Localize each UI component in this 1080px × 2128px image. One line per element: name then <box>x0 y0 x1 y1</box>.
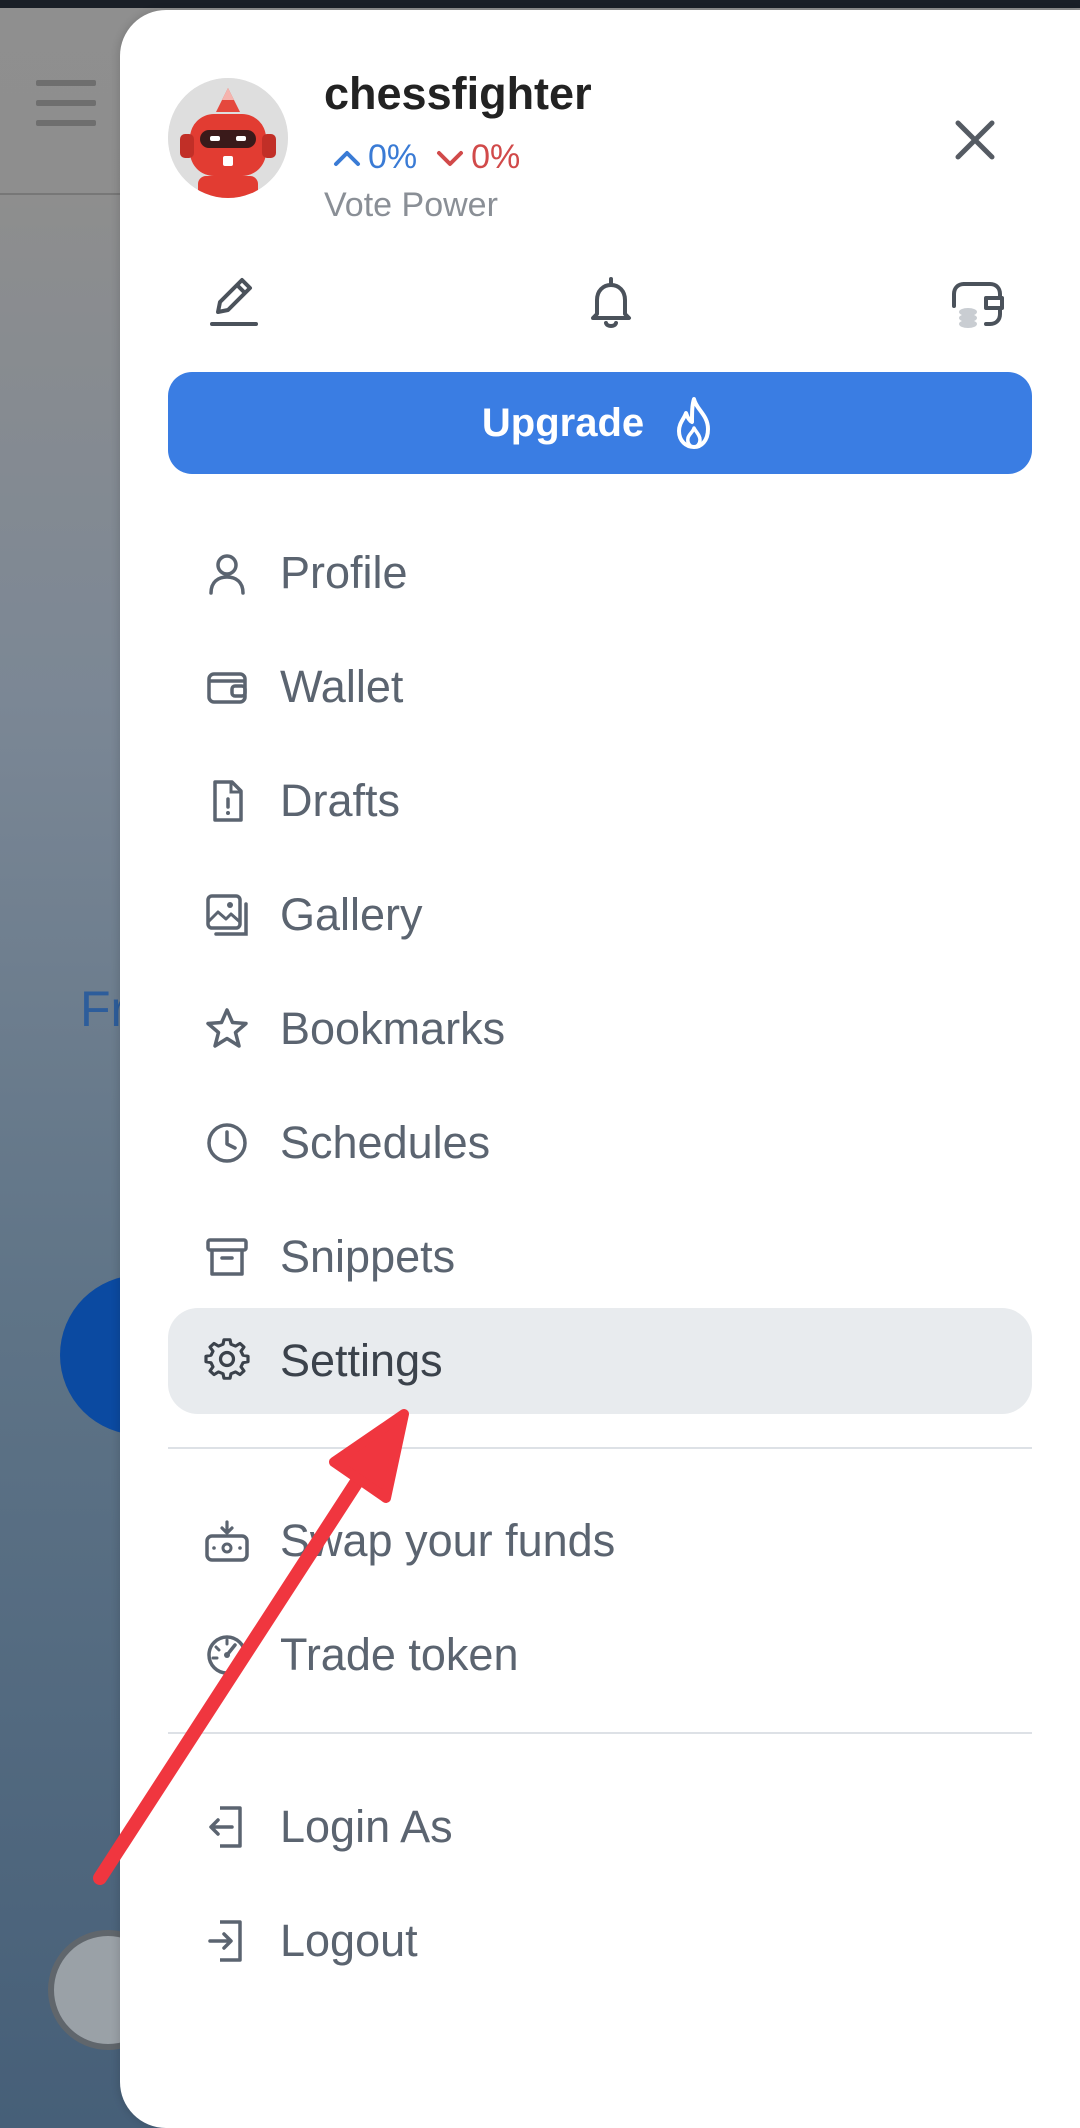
menu-item-wallet[interactable]: Wallet <box>168 634 1032 740</box>
vote-power-stats: 0% 0% <box>332 138 520 177</box>
upgrade-label: Upgrade <box>481 400 645 445</box>
upgrade-button[interactable]: Upgrade <box>168 372 1032 474</box>
menu-item-snippets[interactable]: Snippets <box>168 1204 1032 1310</box>
menu-item-label: Settings <box>280 1335 443 1386</box>
bell-icon[interactable] <box>581 272 641 332</box>
menu-item-drafts[interactable]: Drafts <box>168 748 1032 854</box>
menu-item-gallery[interactable]: Gallery <box>168 862 1032 968</box>
menu-divider <box>168 1732 1032 1734</box>
username: chessfighter <box>324 68 592 119</box>
chevron-down-icon <box>437 150 464 166</box>
menu-item-label: Gallery <box>280 889 423 940</box>
wallet-icon <box>204 664 250 710</box>
trade-icon <box>204 1632 250 1678</box>
gallery-icon <box>204 892 250 938</box>
menu-item-settings[interactable]: Settings <box>168 1308 1032 1414</box>
menu-item-label: Swap your funds <box>280 1515 616 1566</box>
hamburger-menu-icon[interactable] <box>36 80 96 140</box>
side-drawer: chessfighter 0% 0% Vote Power Upgrade Pr… <box>120 10 1080 2128</box>
edit-icon[interactable] <box>204 272 264 332</box>
menu-item-profile[interactable]: Profile <box>168 520 1032 626</box>
logout-icon <box>204 1918 250 1964</box>
menu-item-label: Login As <box>280 1801 453 1852</box>
vote-up: 0% <box>332 138 417 177</box>
menu-item-label: Trade token <box>280 1629 519 1680</box>
vote-power-label: Vote Power <box>324 186 498 224</box>
chevron-up-icon <box>334 150 360 166</box>
clock-icon <box>204 1120 250 1166</box>
menu-item-label: Schedules <box>280 1117 491 1168</box>
vote-down: 0% <box>435 138 520 177</box>
menu-item-label: Snippets <box>280 1231 456 1282</box>
vote-up-value: 0% <box>368 138 418 176</box>
menu-item-logout[interactable]: Logout <box>168 1888 1032 1994</box>
menu-item-label: Wallet <box>280 661 404 712</box>
user-icon <box>204 550 250 596</box>
menu-divider <box>168 1447 1032 1449</box>
menu-item-login-as[interactable]: Login As <box>168 1774 1032 1880</box>
flame-icon <box>677 397 711 449</box>
menu-item-label: Logout <box>280 1915 418 1966</box>
status-bar <box>0 0 1080 8</box>
star-icon <box>204 1006 250 1052</box>
menu-item-trade-token[interactable]: Trade token <box>168 1602 1032 1708</box>
menu-item-schedules[interactable]: Schedules <box>168 1090 1032 1196</box>
menu-item-label: Drafts <box>280 775 401 826</box>
menu-item-label: Profile <box>280 547 408 598</box>
avatar[interactable] <box>168 78 288 198</box>
document-icon <box>204 778 250 824</box>
gear-icon <box>204 1338 250 1384</box>
login-icon <box>204 1804 250 1850</box>
menu-item-label: Bookmarks <box>280 1003 506 1054</box>
wallet-coins-icon[interactable] <box>946 272 1006 332</box>
menu-item-swap-funds[interactable]: Swap your funds <box>168 1488 1032 1594</box>
swap-icon <box>204 1518 250 1564</box>
close-icon[interactable] <box>950 115 1000 165</box>
vote-down-value: 0% <box>471 138 521 176</box>
menu-item-bookmarks[interactable]: Bookmarks <box>168 976 1032 1082</box>
archive-icon <box>204 1234 250 1280</box>
